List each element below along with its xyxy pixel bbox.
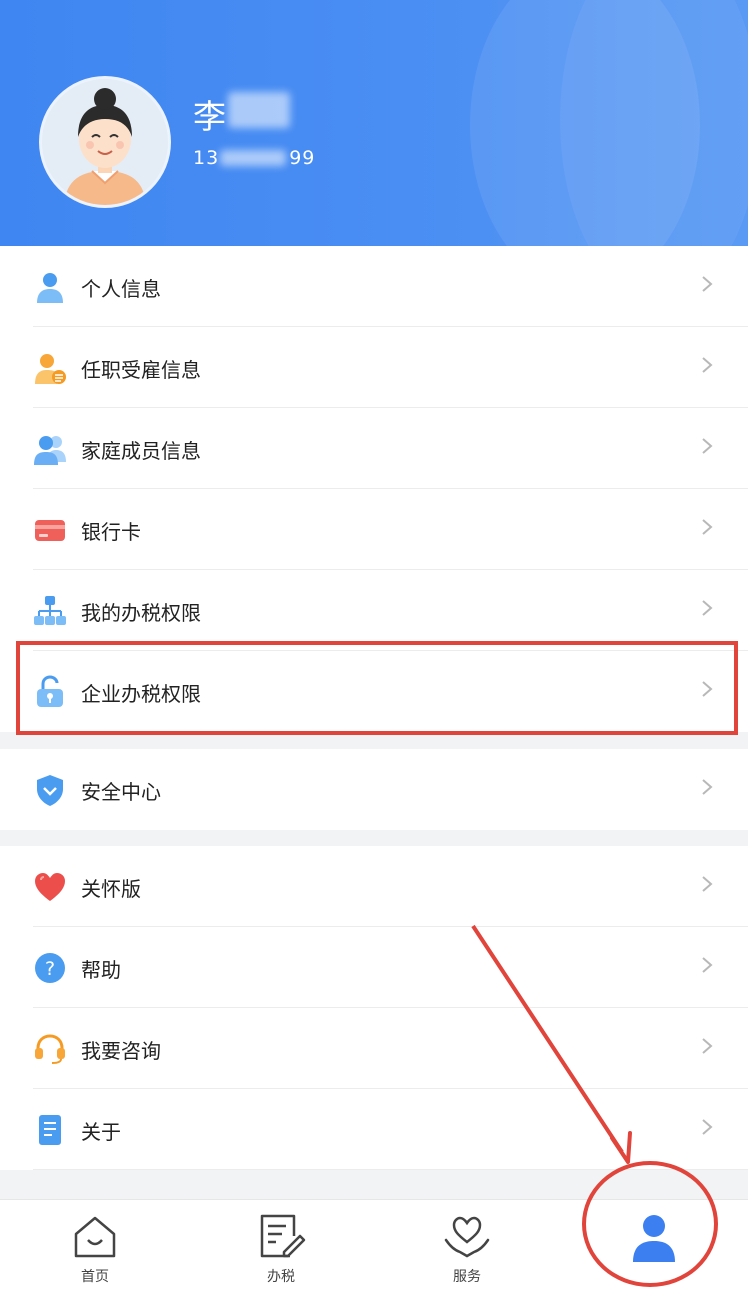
tab-label: 首页 — [81, 1269, 109, 1285]
menu-group-support: 关怀版 ? 帮助 我要咨询 关于 — [0, 846, 748, 1170]
bank-card-icon — [35, 520, 65, 541]
menu-item-about[interactable]: 关于 — [0, 1089, 748, 1170]
menu-item-consult[interactable]: 我要咨询 — [0, 1008, 748, 1089]
chevron-right-icon — [702, 1038, 713, 1054]
chevron-right-icon — [702, 876, 713, 892]
menu-item-help[interactable]: ? 帮助 — [0, 927, 748, 1008]
user-name: 李 — [193, 97, 226, 136]
employment-icon — [35, 354, 66, 384]
chevron-right-icon — [702, 357, 713, 373]
menu-item-personal-info[interactable]: 个人信息 — [0, 246, 748, 327]
menu-item-employment-info[interactable]: 任职受雇信息 — [0, 327, 748, 408]
tab-label: 办税 — [267, 1269, 295, 1285]
menu-item-label: 帮助 — [81, 958, 121, 982]
menu-item-label: 个人信息 — [81, 277, 161, 301]
phone-redaction — [220, 150, 286, 166]
menu-item-label: 安全中心 — [81, 780, 161, 804]
menu-item-label: 银行卡 — [81, 520, 141, 544]
heart-hand-icon — [444, 1216, 490, 1258]
document-icon — [39, 1115, 61, 1145]
shield-icon — [37, 775, 63, 806]
chevron-right-icon — [702, 1119, 713, 1135]
name-redaction — [228, 92, 290, 128]
chevron-right-icon — [702, 600, 713, 616]
family-icon — [34, 436, 66, 465]
header-decoration — [560, 0, 748, 246]
avatar[interactable] — [42, 79, 168, 205]
chevron-right-icon — [702, 276, 713, 292]
help-icon: ? — [35, 953, 65, 983]
profile-header: 李 13 99 — [0, 0, 748, 246]
menu-item-label: 我要咨询 — [81, 1039, 161, 1063]
heart-icon — [35, 873, 65, 901]
annotation-highlight-box — [16, 641, 738, 735]
hierarchy-icon — [34, 596, 66, 625]
menu-item-family-info[interactable]: 家庭成员信息 — [0, 408, 748, 489]
chevron-right-icon — [702, 519, 713, 535]
menu-item-label: 关于 — [81, 1120, 121, 1144]
menu-item-care-mode[interactable]: 关怀版 — [0, 846, 748, 927]
menu-item-label: 任职受雇信息 — [81, 358, 201, 382]
menu-item-label: 关怀版 — [81, 877, 141, 901]
person-icon — [37, 273, 63, 303]
menu-item-label: 我的办税权限 — [81, 601, 201, 625]
menu-item-security-center[interactable]: 安全中心 — [0, 749, 748, 830]
edit-form-icon — [260, 1214, 306, 1258]
chevron-right-icon — [702, 957, 713, 973]
chevron-right-icon — [702, 779, 713, 795]
menu-group-security: 安全中心 — [0, 749, 748, 830]
tab-tax[interactable]: 办税 — [211, 1200, 351, 1295]
menu-item-my-tax-permissions[interactable]: 我的办税权限 — [0, 570, 748, 651]
headset-icon — [35, 1034, 65, 1064]
tab-service[interactable]: 服务 — [397, 1200, 537, 1295]
tab-label: 服务 — [453, 1269, 481, 1285]
annotation-circle — [582, 1161, 718, 1287]
menu-item-bank-card[interactable]: 银行卡 — [0, 489, 748, 570]
menu-item-label: 家庭成员信息 — [81, 439, 201, 463]
svg-text:?: ? — [45, 958, 55, 980]
home-icon — [74, 1216, 116, 1258]
tab-home[interactable]: 首页 — [25, 1200, 165, 1295]
chevron-right-icon — [702, 438, 713, 454]
